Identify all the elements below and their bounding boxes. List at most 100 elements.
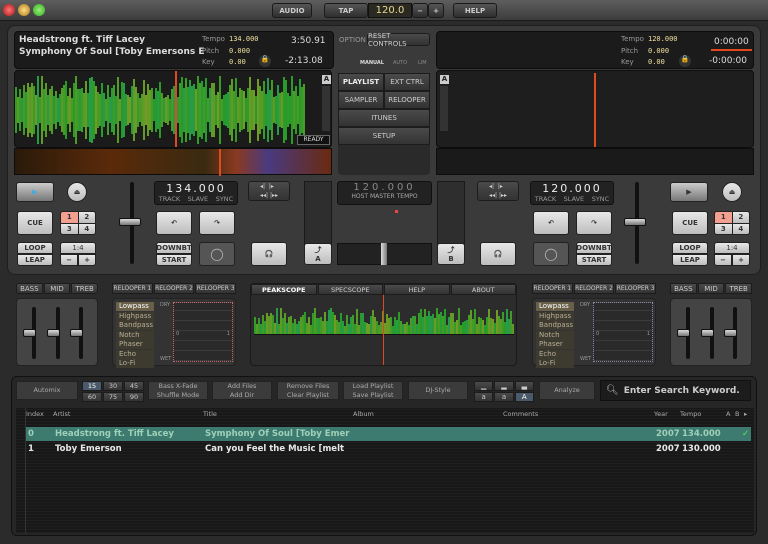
column-year[interactable]: Year bbox=[654, 410, 668, 418]
deck-b-overview[interactable] bbox=[436, 148, 754, 175]
redo-button[interactable]: ↷ bbox=[199, 211, 235, 235]
crossfader-b-button[interactable]: ⤴ B bbox=[437, 243, 465, 265]
add-files-button[interactable]: Add Files bbox=[228, 382, 257, 391]
effect-lowpass[interactable]: Lowpass bbox=[116, 302, 154, 311]
xy-pad[interactable]: 0 1 bbox=[593, 302, 653, 362]
clear-playlist-button[interactable]: Clear Playlist bbox=[287, 391, 329, 400]
effect-phaser[interactable]: Phaser bbox=[116, 340, 154, 349]
dj-style-button[interactable]: DJ-Style bbox=[408, 381, 468, 400]
key-lock-icon[interactable]: 🔒 bbox=[679, 55, 691, 67]
tempo-plus-button[interactable]: + bbox=[428, 3, 444, 18]
shuffle-mode-button[interactable]: Shuffle Mode bbox=[157, 391, 199, 400]
track-button[interactable]: TRACK bbox=[159, 195, 180, 203]
playhead[interactable] bbox=[175, 71, 177, 147]
tab-peakscope[interactable]: PEAKSCOPE bbox=[251, 284, 317, 295]
effect-highpass[interactable]: Highpass bbox=[116, 311, 154, 321]
column-title[interactable]: Title bbox=[203, 410, 217, 418]
hotcue-2[interactable]: 2 bbox=[78, 212, 95, 223]
time-15[interactable]: 15 bbox=[82, 381, 102, 391]
hotcue-1[interactable]: 1 bbox=[61, 212, 78, 223]
slave-button[interactable]: SLAVE bbox=[188, 195, 208, 203]
column-tempo[interactable]: Tempo bbox=[680, 410, 701, 418]
deck-b-waveform[interactable]: A bbox=[436, 70, 754, 148]
cue-button[interactable]: CUE bbox=[17, 211, 53, 235]
load-playlist-button[interactable]: Load Playlist bbox=[353, 382, 394, 391]
loop-button[interactable]: LOOP bbox=[672, 242, 708, 254]
time-60[interactable]: 60 bbox=[82, 392, 102, 402]
record-button[interactable]: ○ bbox=[199, 242, 235, 266]
eq-mid-tab[interactable]: MID bbox=[697, 283, 725, 294]
effect-lofi[interactable]: Lo-Fi bbox=[536, 359, 574, 368]
crossfader-a-button[interactable]: ⤴ A bbox=[304, 243, 332, 265]
effect-bandpass[interactable]: Bandpass bbox=[116, 321, 154, 330]
search-input[interactable]: Enter Search Keyword. bbox=[624, 386, 740, 396]
slave-button[interactable]: SLAVE bbox=[564, 195, 584, 203]
remove-files-button[interactable]: Remove Files bbox=[287, 382, 330, 391]
table-row[interactable]: 0 Headstrong ft. Tiff Lacey Symphony Of … bbox=[26, 427, 751, 441]
size-large-icon[interactable]: ▃ bbox=[514, 381, 534, 391]
key-lock-icon[interactable]: 🔒 bbox=[259, 55, 271, 67]
audio-button[interactable]: AUDIO bbox=[272, 3, 312, 18]
size-small-button[interactable]: a bbox=[474, 392, 494, 402]
relooper-3-tab[interactable]: RELOOPER 3 bbox=[195, 283, 237, 294]
hotcue-1[interactable]: 1 bbox=[715, 212, 732, 223]
downbeat-button[interactable]: DOWNBT bbox=[576, 242, 612, 254]
loop-minus-button[interactable]: − bbox=[60, 254, 78, 266]
fader-knob[interactable] bbox=[677, 329, 690, 337]
time-90[interactable]: 90 bbox=[124, 392, 144, 402]
eq-treb-tab[interactable]: TREB bbox=[725, 283, 753, 294]
column-b[interactable]: B bbox=[735, 410, 739, 418]
tap-button[interactable]: TAP bbox=[324, 3, 368, 18]
tab-relooper[interactable]: RELOOPER bbox=[384, 91, 430, 109]
hotcue-4[interactable]: 4 bbox=[78, 223, 95, 234]
crossfader[interactable] bbox=[337, 243, 432, 265]
fader-knob[interactable] bbox=[701, 329, 714, 337]
eq-bass-tab[interactable]: BASS bbox=[670, 283, 697, 294]
effect-echo[interactable]: Echo bbox=[116, 349, 154, 359]
zoom-slider[interactable] bbox=[322, 86, 330, 131]
close-button[interactable] bbox=[3, 4, 15, 16]
search-box[interactable]: 🔍︎ Enter Search Keyword. bbox=[600, 380, 751, 401]
effect-echo[interactable]: Echo bbox=[536, 349, 574, 359]
fader-knob[interactable] bbox=[47, 329, 60, 337]
hotcue-2[interactable]: 2 bbox=[732, 212, 749, 223]
play-button[interactable]: ▶ bbox=[16, 182, 54, 202]
effect-lowpass[interactable]: Lowpass bbox=[536, 302, 574, 311]
column-album[interactable]: Album bbox=[353, 410, 374, 418]
headphone-cue-button[interactable]: 🎧 bbox=[480, 242, 516, 266]
automix-button[interactable]: Automix bbox=[16, 381, 78, 400]
relooper-1-tab[interactable]: RELOOPER 1 bbox=[112, 283, 153, 294]
eject-button[interactable]: ⏏ bbox=[722, 182, 742, 202]
leap-button[interactable]: LEAP bbox=[17, 254, 53, 266]
leap-button[interactable]: LEAP bbox=[672, 254, 708, 266]
column-scroll-arrow-icon[interactable]: ▸ bbox=[744, 410, 747, 418]
pitch-fader-knob[interactable] bbox=[119, 218, 141, 226]
effect-bandpass[interactable]: Bandpass bbox=[536, 321, 574, 330]
hotcue-4[interactable]: 4 bbox=[732, 223, 749, 234]
effect-highpass[interactable]: Highpass bbox=[536, 311, 574, 321]
mode-lim[interactable]: LIM bbox=[418, 60, 427, 66]
tab-ext-ctrl[interactable]: EXT CTRL bbox=[384, 73, 430, 91]
tab-itunes[interactable]: ITUNES bbox=[338, 109, 430, 127]
headphone-cue-button[interactable]: 🎧 bbox=[251, 242, 287, 266]
sync-button[interactable]: SYNC bbox=[592, 195, 610, 203]
column-comments[interactable]: Comments bbox=[503, 410, 538, 418]
analyze-button[interactable]: Analyze bbox=[539, 381, 595, 400]
zoom-button[interactable] bbox=[33, 4, 45, 16]
tab-sampler[interactable]: SAMPLER bbox=[338, 91, 384, 109]
redo-button[interactable]: ↷ bbox=[576, 211, 612, 235]
sync-button[interactable]: SYNC bbox=[216, 195, 234, 203]
deck-a-waveform[interactable]: A READY bbox=[14, 70, 332, 148]
deck-a-volume-fader[interactable] bbox=[304, 181, 332, 247]
tab-help[interactable]: HELP bbox=[384, 284, 450, 295]
pitch-fader-knob[interactable] bbox=[624, 218, 646, 226]
zoom-slider[interactable] bbox=[440, 86, 448, 131]
cue-button[interactable]: CUE bbox=[672, 211, 708, 235]
track-button[interactable]: TRACK bbox=[535, 195, 556, 203]
deck-a-overview[interactable] bbox=[14, 148, 332, 176]
hotcue-3[interactable]: 3 bbox=[61, 223, 78, 234]
add-dir-button[interactable]: Add Dir bbox=[230, 391, 254, 400]
playhead[interactable] bbox=[594, 73, 596, 147]
crossfader-knob[interactable] bbox=[381, 243, 387, 265]
eq-mid-tab[interactable]: MID bbox=[43, 283, 71, 294]
